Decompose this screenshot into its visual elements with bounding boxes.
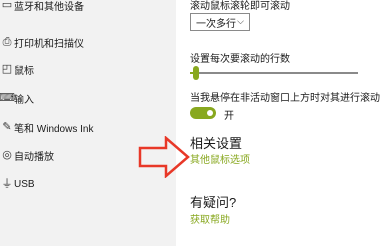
other-mouse-options-link[interactable]: 其他鼠标选项 xyxy=(190,151,250,166)
lines-slider-thumb[interactable] xyxy=(193,66,199,80)
pen-icon: ✎ xyxy=(2,120,12,133)
sidebar-item-printers[interactable]: ⎙ 打印机和扫描仪 xyxy=(0,31,176,53)
sidebar-item-label: USB xyxy=(14,178,35,190)
sidebar-item-label: 鼠标 xyxy=(14,65,34,77)
sidebar-item-typing[interactable]: ⌨ 输入 xyxy=(0,87,176,109)
sidebar: ▭ 蓝牙和其他设备 ⎙ 打印机和扫描仪 ◰ 鼠标 ⌨ 输入 ✎ 笔和 Windo… xyxy=(0,0,176,246)
toggle-state-label: 开 xyxy=(224,111,234,122)
usb-icon: ⏚ xyxy=(1,177,13,190)
sidebar-item-label: 打印机和扫描仪 xyxy=(14,38,84,50)
autoplay-icon: ◎ xyxy=(2,148,12,161)
sidebar-item-label: 蓝牙和其他设备 xyxy=(14,1,84,13)
toggle-knob xyxy=(207,110,213,116)
question-heading: 有疑问? xyxy=(190,195,237,210)
annotation-arrow-icon xyxy=(138,136,190,178)
sidebar-item-label: 自动播放 xyxy=(14,151,54,163)
printer-icon: ⎙ xyxy=(2,35,12,48)
wheel-scroll-value: 一次多行 xyxy=(196,18,236,30)
sidebar-item-bluetooth[interactable]: ▭ 蓝牙和其他设备 xyxy=(0,0,176,16)
lines-slider-track[interactable] xyxy=(196,72,358,74)
sidebar-item-mouse[interactable]: ◰ 鼠标 xyxy=(0,58,176,80)
lines-to-scroll-label: 设置每次要滚动的行数 xyxy=(190,54,290,65)
sidebar-item-pen-ink[interactable]: ✎ 笔和 Windows Ink xyxy=(0,116,176,138)
inactive-scroll-label: 当我悬停在非活动窗口上方时对其进行滚动 xyxy=(190,93,380,104)
sidebar-item-label: 输入 xyxy=(14,94,34,106)
mouse-icon: ◰ xyxy=(1,62,13,75)
related-settings-heading: 相关设置 xyxy=(190,136,243,151)
get-help-link[interactable]: 获取帮助 xyxy=(190,211,230,226)
wheel-scroll-dropdown[interactable]: 一次多行 ⌵ xyxy=(190,13,250,31)
chevron-down-icon: ⌵ xyxy=(237,16,244,26)
wheel-scroll-label: 滚动鼠标滚轮即可滚动 xyxy=(190,1,290,12)
bluetooth-device-icon: ▭ xyxy=(1,0,13,11)
sidebar-item-label: 笔和 Windows Ink xyxy=(14,123,94,135)
inactive-scroll-toggle[interactable] xyxy=(190,107,216,119)
keyboard-icon: ⌨ xyxy=(0,91,15,104)
